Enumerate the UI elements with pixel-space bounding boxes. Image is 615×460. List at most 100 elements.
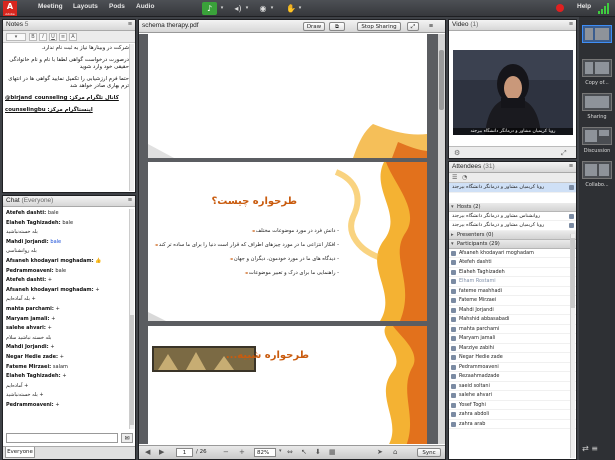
webcam-feed[interactable]: [453, 50, 573, 135]
participants-section[interactable]: Participants (29): [449, 239, 576, 249]
grid-icon[interactable]: ▦: [329, 448, 336, 456]
video-fullscreen-icon[interactable]: ⤢: [561, 149, 567, 158]
status-dropdown-icon[interactable]: ▾: [296, 3, 304, 14]
sync-view-icon[interactable]: ⧉: [329, 22, 345, 31]
layout-item[interactable]: Sharing: [582, 93, 612, 120]
next-page-icon[interactable]: ▶: [159, 448, 164, 456]
speaker-icon[interactable]: ◂): [233, 3, 243, 14]
zoom-dropdown-icon[interactable]: ▾: [279, 448, 282, 454]
layout-item[interactable]: Collabo...: [582, 161, 612, 188]
webcam-icon[interactable]: ◉: [258, 3, 268, 14]
participant-row[interactable]: fateme mashhadi: [449, 287, 576, 296]
video-settings-icon[interactable]: ⚙: [454, 149, 460, 157]
zoom-in-icon[interactable]: +: [239, 448, 245, 456]
participant-row[interactable]: mahta parchami: [449, 325, 576, 334]
layout-item[interactable]: Copy of...: [582, 59, 612, 86]
color-icon[interactable]: A: [69, 33, 77, 41]
microphone-icon[interactable]: ♪: [202, 2, 217, 15]
presenters-section[interactable]: Presenters (0): [449, 230, 576, 240]
instagram-link[interactable]: counselingbu :اینستاگرام مرکز: [5, 107, 129, 114]
participant-row[interactable]: zahra abdoli: [449, 410, 576, 420]
pointer-tool-icon[interactable]: ➤: [377, 448, 383, 456]
participant-row[interactable]: Mahdi Jorjandi: [449, 306, 576, 315]
pod-menu-icon[interactable]: ≡: [425, 22, 437, 31]
participant-row[interactable]: Rezaahmadzade: [449, 372, 576, 382]
pod-menu-icon[interactable]: ≡: [128, 196, 132, 206]
underline-icon[interactable]: U: [49, 33, 57, 41]
participant-row[interactable]: Elham Rostami: [449, 277, 576, 287]
participant-row[interactable]: Mahshid abbasabadi: [449, 315, 576, 325]
document-scroll-thumb[interactable]: [439, 50, 444, 110]
attendees-scroll-thumb[interactable]: [571, 238, 575, 308]
chat-input[interactable]: [6, 433, 118, 443]
notes-scrollbar[interactable]: [129, 44, 134, 191]
zoom-level[interactable]: 82%: [254, 448, 276, 457]
layout-label: Collabo...: [585, 182, 609, 188]
menu-pods[interactable]: Pods: [109, 3, 125, 10]
lock-icon[interactable]: ⌂: [393, 448, 397, 456]
participant-row[interactable]: Fateme Mirzaei: [449, 296, 576, 306]
participant-row[interactable]: Marziye zabihi: [449, 344, 576, 353]
bold-icon[interactable]: B: [29, 33, 37, 41]
chat-scrollbar[interactable]: [129, 209, 134, 429]
attendees-scrollbar[interactable]: [570, 234, 575, 458]
chat-text: +: [95, 286, 100, 293]
participant-row[interactable]: Yosef Toghi: [449, 401, 576, 410]
participant-row[interactable]: Atefeh dashti: [449, 258, 576, 268]
pod-menu-icon[interactable]: ≡: [569, 162, 573, 172]
document-viewer[interactable]: طرحواره چیست؟ - دانش فرد در مورد موضوعات…: [139, 34, 445, 444]
menu-audio[interactable]: Audio: [136, 3, 154, 10]
fullscreen-icon[interactable]: ⤢: [407, 22, 419, 31]
menu-meeting[interactable]: Meeting: [38, 3, 63, 10]
participant-row[interactable]: Maryam jamali: [449, 334, 576, 344]
menu-layouts[interactable]: Layouts: [73, 3, 98, 10]
telegram-link[interactable]: @birjand_counseling :کانال تلگرام مرکز: [5, 95, 129, 102]
font-size-dropdown[interactable]: ▾: [6, 33, 26, 41]
status-view-icon[interactable]: ◔: [462, 174, 467, 181]
slide-title: طرحواره شبیه...: [225, 350, 309, 361]
layout-settings-icon[interactable]: ⇄ ≡: [582, 444, 598, 453]
fit-width-icon[interactable]: ⇔: [287, 448, 293, 456]
sync-button[interactable]: Sync: [417, 448, 441, 457]
participant-row[interactable]: salehe ahvari: [449, 391, 576, 401]
chat-title: Chat: [6, 197, 20, 204]
presenter-row[interactable]: رویا کریمیان مشاور و درمانگر دانشگاه بیر…: [449, 183, 576, 193]
raise-hand-icon[interactable]: ✋: [286, 3, 296, 14]
pod-menu-icon[interactable]: ≡: [128, 20, 132, 30]
zoom-out-icon[interactable]: −: [223, 448, 229, 456]
chat-text: +: [62, 373, 67, 380]
participant-row[interactable]: saeid soltani: [449, 382, 576, 391]
document-scrollbar[interactable]: [438, 34, 445, 444]
host-row[interactable]: رویا کریمیان مشاور و درمانگر دانشگاه بیر…: [449, 221, 576, 231]
user-icon: [451, 412, 456, 417]
download-icon[interactable]: ⬇: [315, 448, 321, 456]
webcam-dropdown-icon[interactable]: ▾: [268, 3, 276, 14]
record-icon[interactable]: [556, 4, 564, 12]
participant-row[interactable]: Afsaneh khodayari moghadam: [449, 249, 576, 258]
speaker-dropdown-icon[interactable]: ▾: [243, 3, 251, 14]
mic-dropdown-icon[interactable]: ▾: [218, 3, 226, 14]
adobe-logo: A Adobe: [3, 1, 17, 16]
pointer-icon[interactable]: ↖: [301, 448, 307, 456]
bullet-list-icon[interactable]: ≡: [59, 33, 67, 41]
layout-item[interactable]: Discussion: [582, 127, 612, 154]
pod-menu-icon[interactable]: ≡: [569, 20, 573, 30]
notes-content[interactable]: شرکت در وبینارها نیاز به ثبت نام ندارد. …: [5, 45, 129, 190]
chat-scroll-thumb[interactable]: [130, 315, 134, 425]
list-view-icon[interactable]: ☰: [452, 174, 457, 181]
layout-item[interactable]: [582, 25, 612, 46]
chat-tab-everyone[interactable]: Everyone: [5, 447, 35, 458]
italic-icon[interactable]: I: [39, 33, 47, 41]
speech-bubble-icon[interactable]: ✉: [121, 433, 133, 443]
participant-row[interactable]: Elaheh Taghizadeh: [449, 268, 576, 277]
participant-row[interactable]: Negar Hedie zade: [449, 353, 576, 363]
menu-help[interactable]: Help: [577, 3, 591, 10]
hosts-section[interactable]: Hosts (2): [449, 202, 576, 212]
previous-page-icon[interactable]: ◀: [145, 448, 150, 456]
page-number-input[interactable]: 1: [176, 448, 193, 457]
participant-row[interactable]: Pedrammoaveni: [449, 363, 576, 372]
draw-button[interactable]: Draw: [303, 22, 325, 31]
participant-row[interactable]: zahra arab: [449, 420, 576, 429]
host-row[interactable]: روانشناس مشاور و درمانگر دانشگاه بیرجند: [449, 212, 576, 221]
stop-sharing-button[interactable]: Stop Sharing: [357, 22, 401, 31]
